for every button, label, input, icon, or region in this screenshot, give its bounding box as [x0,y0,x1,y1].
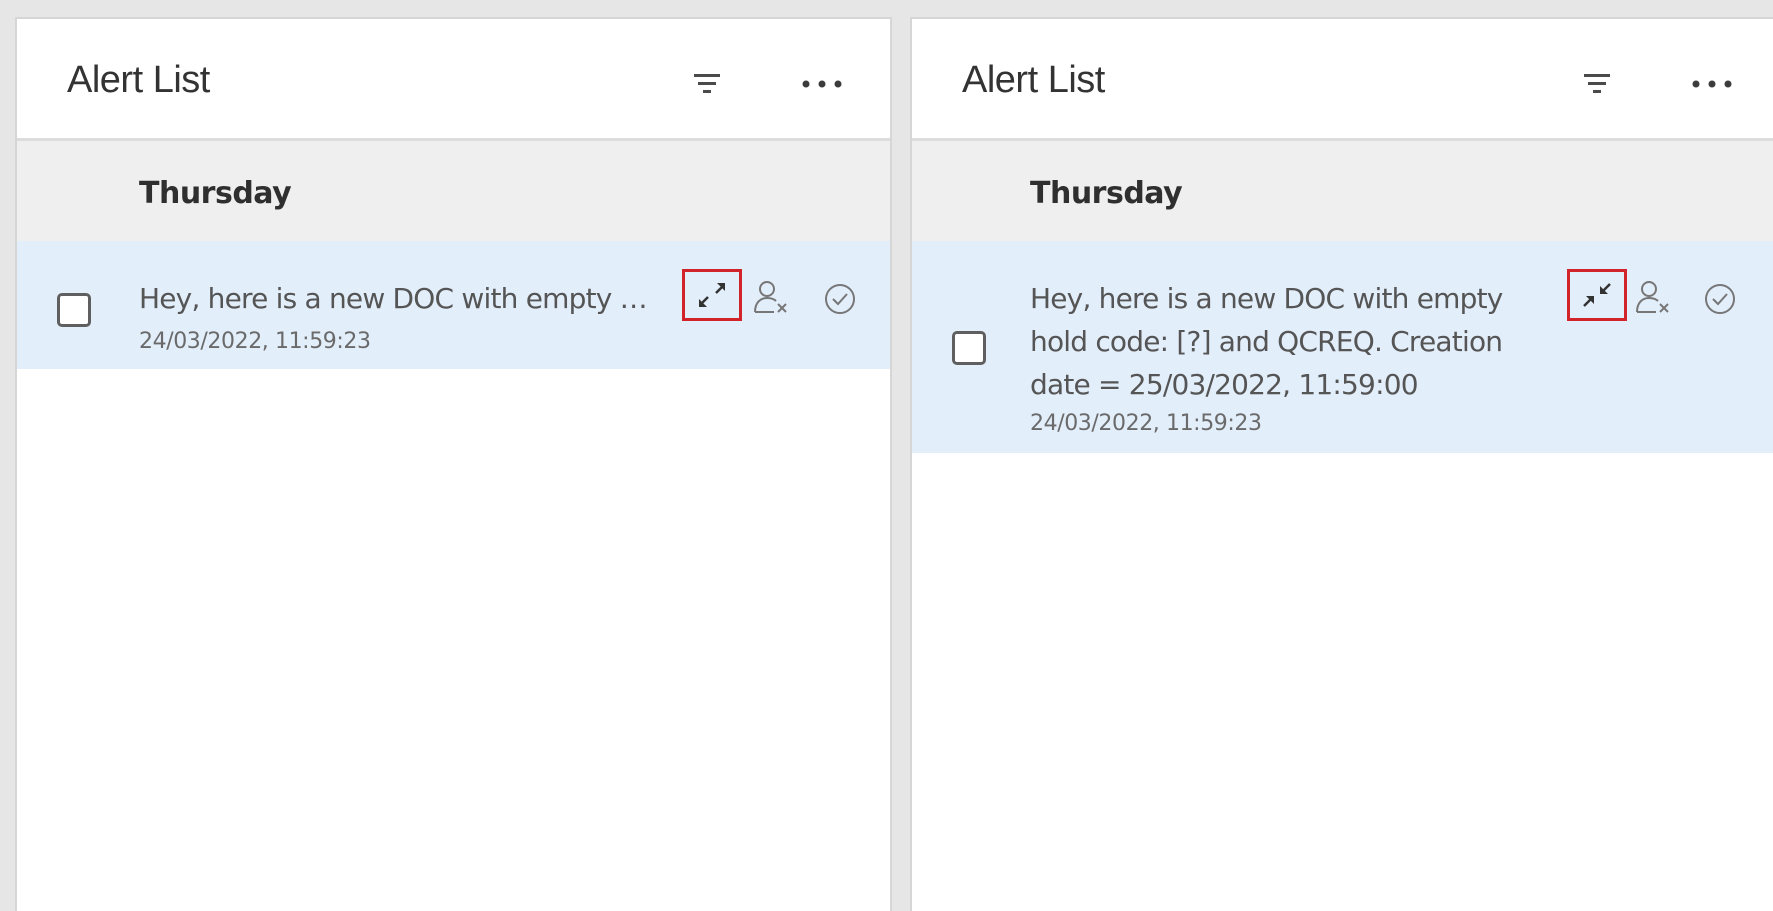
more-horizontal-icon [1692,80,1732,88]
alert-list-item[interactable]: Hey, here is a new DOC with empty hold c… [17,241,890,369]
alert-list-panel-collapsed: Alert List Thursday Hey, here is a new D… [15,17,892,911]
alert-timestamp: 24/03/2022, 11:59:23 [1030,411,1262,436]
more-options-button[interactable] [1687,74,1737,94]
filter-button[interactable] [1577,64,1617,104]
group-header: Thursday [17,141,890,241]
collapse-icon [1583,283,1611,307]
alert-checkbox[interactable] [952,331,986,365]
acknowledge-button[interactable] [1702,281,1738,317]
group-label: Thursday [139,176,292,211]
expand-icon [699,283,725,307]
expand-button[interactable] [682,269,742,321]
check-circle-icon [825,284,855,314]
panel-header: Alert List [17,19,890,141]
alert-checkbox[interactable] [57,293,91,327]
screen: Alert List Thursday Hey, here is a new D… [0,0,1773,911]
unassign-button[interactable] [1634,277,1674,317]
panel-header: Alert List [912,19,1773,141]
filter-button[interactable] [687,64,727,104]
group-label: Thursday [1030,176,1183,211]
more-options-button[interactable] [797,74,847,94]
group-header: Thursday [912,141,1773,241]
panel-title: Alert List [67,59,210,101]
more-horizontal-icon [802,80,842,88]
user-remove-icon [754,281,787,313]
alert-list-body: Thursday Hey, here is a new DOC with emp… [912,141,1773,453]
user-remove-icon [1636,281,1669,313]
acknowledge-button[interactable] [822,281,858,317]
alert-list-item[interactable]: Hey, here is a new DOC with empty hold c… [912,241,1773,453]
alert-message: Hey, here is a new DOC with empty hold c… [139,282,659,315]
unassign-button[interactable] [752,277,792,317]
panel-title: Alert List [962,59,1105,101]
collapse-button[interactable] [1567,269,1627,321]
alert-list-body: Thursday Hey, here is a new DOC with emp… [17,141,890,369]
filter-icon [1584,74,1610,93]
alert-list-panel-expanded: Alert List Thursday Hey, here is a new D… [910,17,1773,911]
filter-icon [694,74,720,93]
check-circle-icon [1705,284,1735,314]
alert-message: Hey, here is a new DOC with empty hold c… [1030,282,1503,401]
alert-timestamp: 24/03/2022, 11:59:23 [139,329,371,354]
